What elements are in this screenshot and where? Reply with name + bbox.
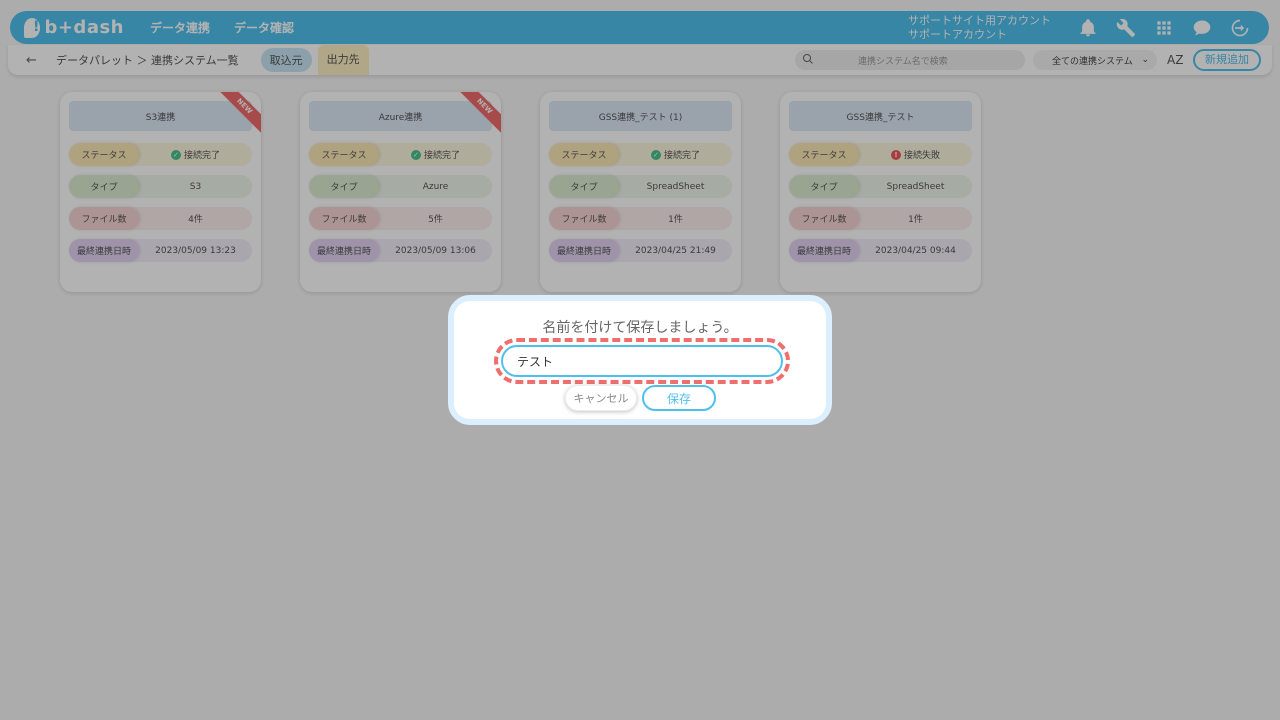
save-button[interactable]: 保存 <box>642 385 716 411</box>
cancel-button[interactable]: キャンセル <box>565 385 637 411</box>
name-input[interactable] <box>501 345 783 377</box>
dialog-title: 名前を付けて保存しましょう。 <box>542 320 738 336</box>
save-name-dialog: 名前を付けて保存しましょう。 キャンセル 保存 <box>448 295 832 425</box>
